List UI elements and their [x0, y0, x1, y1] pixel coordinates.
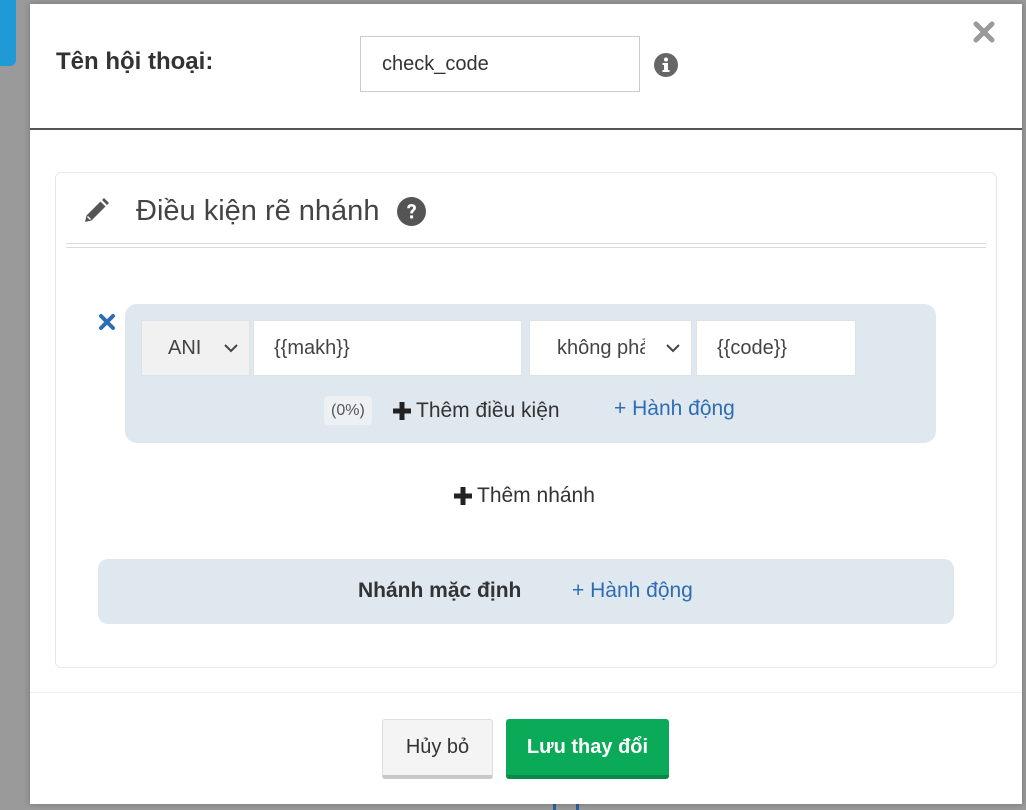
info-icon[interactable]	[654, 53, 678, 77]
branch-condition-panel: Điều kiện rẽ nhánh ANI không phải	[55, 172, 997, 668]
add-condition-label: Thêm điều kiện	[416, 398, 560, 422]
add-condition-button[interactable]: Thêm điều kiện	[393, 396, 560, 425]
panel-divider	[66, 243, 986, 248]
default-branch-label: Nhánh mặc định	[358, 579, 522, 602]
dialog-name-input[interactable]	[360, 36, 640, 92]
panel-title: Điều kiện rẽ nhánh	[136, 194, 380, 227]
plus-icon	[454, 487, 472, 505]
background-tab	[0, 0, 16, 66]
left-value-input[interactable]	[253, 320, 522, 376]
percent-badge: (0%)	[324, 396, 372, 425]
plus-icon	[393, 401, 411, 420]
branch-condition-modal: Tên hội thoại: Điều kiện rẽ nhánh	[30, 4, 1022, 804]
close-button[interactable]	[970, 18, 998, 46]
condition-branch: ANI không phải (0%) Thêm điều kiện	[125, 304, 936, 443]
dialog-name-label: Tên hội thoại:	[56, 48, 214, 75]
default-branch: Nhánh mặc định + Hành động	[98, 559, 954, 624]
cancel-button[interactable]: Hủy bỏ	[382, 719, 493, 779]
add-branch-label: Thêm nhánh	[477, 484, 595, 507]
operator-select[interactable]: không phải	[529, 320, 692, 376]
add-branch-button[interactable]: Thêm nhánh	[454, 481, 595, 511]
remove-icon	[99, 314, 115, 330]
chevron-down-icon	[666, 344, 680, 353]
field-select[interactable]: ANI	[141, 320, 250, 376]
save-button[interactable]: Lưu thay đổi	[506, 719, 669, 779]
default-branch-action-link[interactable]: + Hành động	[572, 579, 693, 603]
chevron-down-icon	[224, 344, 238, 353]
operator-select-value: không phải	[557, 336, 645, 359]
right-value-input[interactable]	[696, 320, 856, 376]
help-icon[interactable]	[397, 196, 427, 226]
modal-header: Tên hội thoại:	[30, 4, 1022, 130]
close-icon	[973, 21, 995, 43]
panel-header: Điều kiện rẽ nhánh	[82, 191, 427, 231]
remove-branch-button[interactable]	[98, 313, 116, 331]
pencil-icon	[85, 198, 109, 222]
branch-action-link[interactable]: + Hành động	[614, 397, 735, 421]
footer-divider	[30, 692, 1022, 693]
field-select-value: ANI	[168, 336, 202, 359]
